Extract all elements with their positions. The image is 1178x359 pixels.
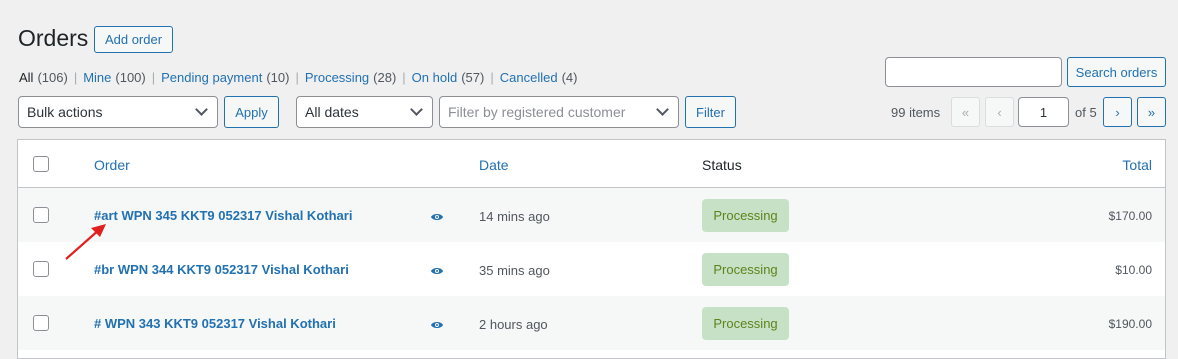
next-page-button[interactable]: › bbox=[1103, 97, 1132, 127]
order-status-views: All (106) | Mine (100) | Pending payment (1… bbox=[19, 70, 577, 85]
bulk-actions-value: Bulk actions bbox=[27, 104, 103, 120]
items-count: 99 items bbox=[891, 105, 941, 120]
view-processing[interactable]: Processing (28) bbox=[305, 70, 396, 85]
table-row: #br WPN 344 KKT9 052317 Vishal Kothari 3… bbox=[18, 242, 1165, 296]
view-count: (4) bbox=[561, 70, 578, 85]
chevron-down-icon bbox=[195, 103, 208, 116]
column-header-date[interactable]: Date bbox=[479, 157, 509, 173]
search-input[interactable] bbox=[885, 57, 1062, 87]
red-arrow-icon bbox=[65, 224, 106, 260]
filter-button[interactable]: Filter bbox=[685, 96, 736, 128]
view-count: (106) bbox=[37, 70, 68, 85]
order-date: 35 mins ago bbox=[479, 263, 550, 278]
order-date: 14 mins ago bbox=[479, 209, 550, 224]
dates-select[interactable]: All dates bbox=[296, 96, 433, 128]
order-total: $190.00 bbox=[1108, 317, 1152, 331]
view-separator: | bbox=[73, 70, 78, 85]
customer-filter-select[interactable]: Filter by registered customer bbox=[439, 96, 679, 128]
chevron-down-icon bbox=[656, 103, 669, 116]
order-total: $10.00 bbox=[1115, 263, 1152, 277]
bulk-actions-select[interactable]: Bulk actions bbox=[18, 96, 218, 128]
total-pages: of 5 bbox=[1075, 105, 1097, 120]
chevron-down-icon bbox=[410, 103, 423, 116]
view-count: (28) bbox=[373, 70, 397, 85]
view-on-hold[interactable]: On hold (57) bbox=[412, 70, 485, 85]
status-badge: Processing bbox=[702, 253, 789, 286]
table-row: #art WPN 345 KKT9 052317 Vishal Kothari … bbox=[18, 188, 1165, 242]
table-row: # WPN 343 KKT9 052317 Vishal Kothari 2 h… bbox=[18, 296, 1165, 350]
view-separator: | bbox=[490, 70, 494, 85]
view-cancelled[interactable]: Cancelled (4) bbox=[500, 70, 578, 85]
add-order-button[interactable]: Add order bbox=[94, 26, 173, 53]
first-page-button: « bbox=[951, 97, 980, 127]
order-link[interactable]: #art WPN 345 KKT9 052317 Vishal Kothari bbox=[94, 208, 352, 223]
status-badge: Processing bbox=[702, 199, 789, 232]
select-all-checkbox[interactable] bbox=[33, 156, 49, 172]
orders-table: Order Date Status Total #art WPN 345 KKT… bbox=[17, 139, 1166, 359]
column-header-total[interactable]: Total bbox=[1122, 157, 1152, 173]
order-date: 2 hours ago bbox=[479, 317, 548, 332]
row-checkbox[interactable] bbox=[33, 315, 49, 331]
view-separator: | bbox=[295, 70, 299, 85]
view-mine[interactable]: Mine (100) bbox=[83, 70, 146, 85]
eye-icon[interactable] bbox=[430, 264, 444, 279]
status-badge: Processing bbox=[702, 307, 789, 340]
customer-filter-placeholder: Filter by registered customer bbox=[448, 104, 626, 120]
view-label[interactable]: On hold bbox=[412, 70, 458, 85]
view-label[interactable]: Pending payment bbox=[161, 70, 262, 85]
view-pending-payment[interactable]: Pending payment (10) bbox=[161, 70, 289, 85]
dates-value: All dates bbox=[305, 104, 359, 120]
view-count: (100) bbox=[115, 70, 146, 85]
table-header: Order Date Status Total bbox=[18, 140, 1165, 188]
column-header-status: Status bbox=[702, 157, 742, 173]
search-orders-button[interactable]: Search orders bbox=[1067, 57, 1166, 87]
row-checkbox[interactable] bbox=[33, 261, 49, 277]
prev-page-button: ‹ bbox=[985, 97, 1014, 127]
order-link[interactable]: # WPN 343 KKT9 052317 Vishal Kothari bbox=[94, 316, 336, 331]
page-title: Orders bbox=[18, 25, 89, 51]
view-label[interactable]: Mine bbox=[83, 70, 111, 85]
view-separator: | bbox=[151, 70, 156, 85]
view-separator: | bbox=[402, 70, 406, 85]
view-label: All bbox=[19, 70, 34, 85]
current-page-input[interactable]: 1 bbox=[1018, 97, 1069, 127]
order-link[interactable]: #br WPN 344 KKT9 052317 Vishal Kothari bbox=[94, 262, 349, 277]
view-all[interactable]: All (106) bbox=[19, 70, 68, 85]
column-header-order[interactable]: Order bbox=[94, 157, 130, 173]
eye-icon[interactable] bbox=[430, 318, 444, 333]
view-count: (10) bbox=[266, 70, 290, 85]
eye-icon[interactable] bbox=[430, 210, 444, 225]
order-total: $170.00 bbox=[1108, 209, 1152, 223]
view-label[interactable]: Cancelled bbox=[500, 70, 558, 85]
row-checkbox[interactable] bbox=[33, 207, 49, 223]
view-label[interactable]: Processing bbox=[305, 70, 369, 85]
last-page-button[interactable]: » bbox=[1137, 97, 1166, 127]
apply-button[interactable]: Apply bbox=[224, 96, 279, 128]
view-count: (57) bbox=[461, 70, 485, 85]
